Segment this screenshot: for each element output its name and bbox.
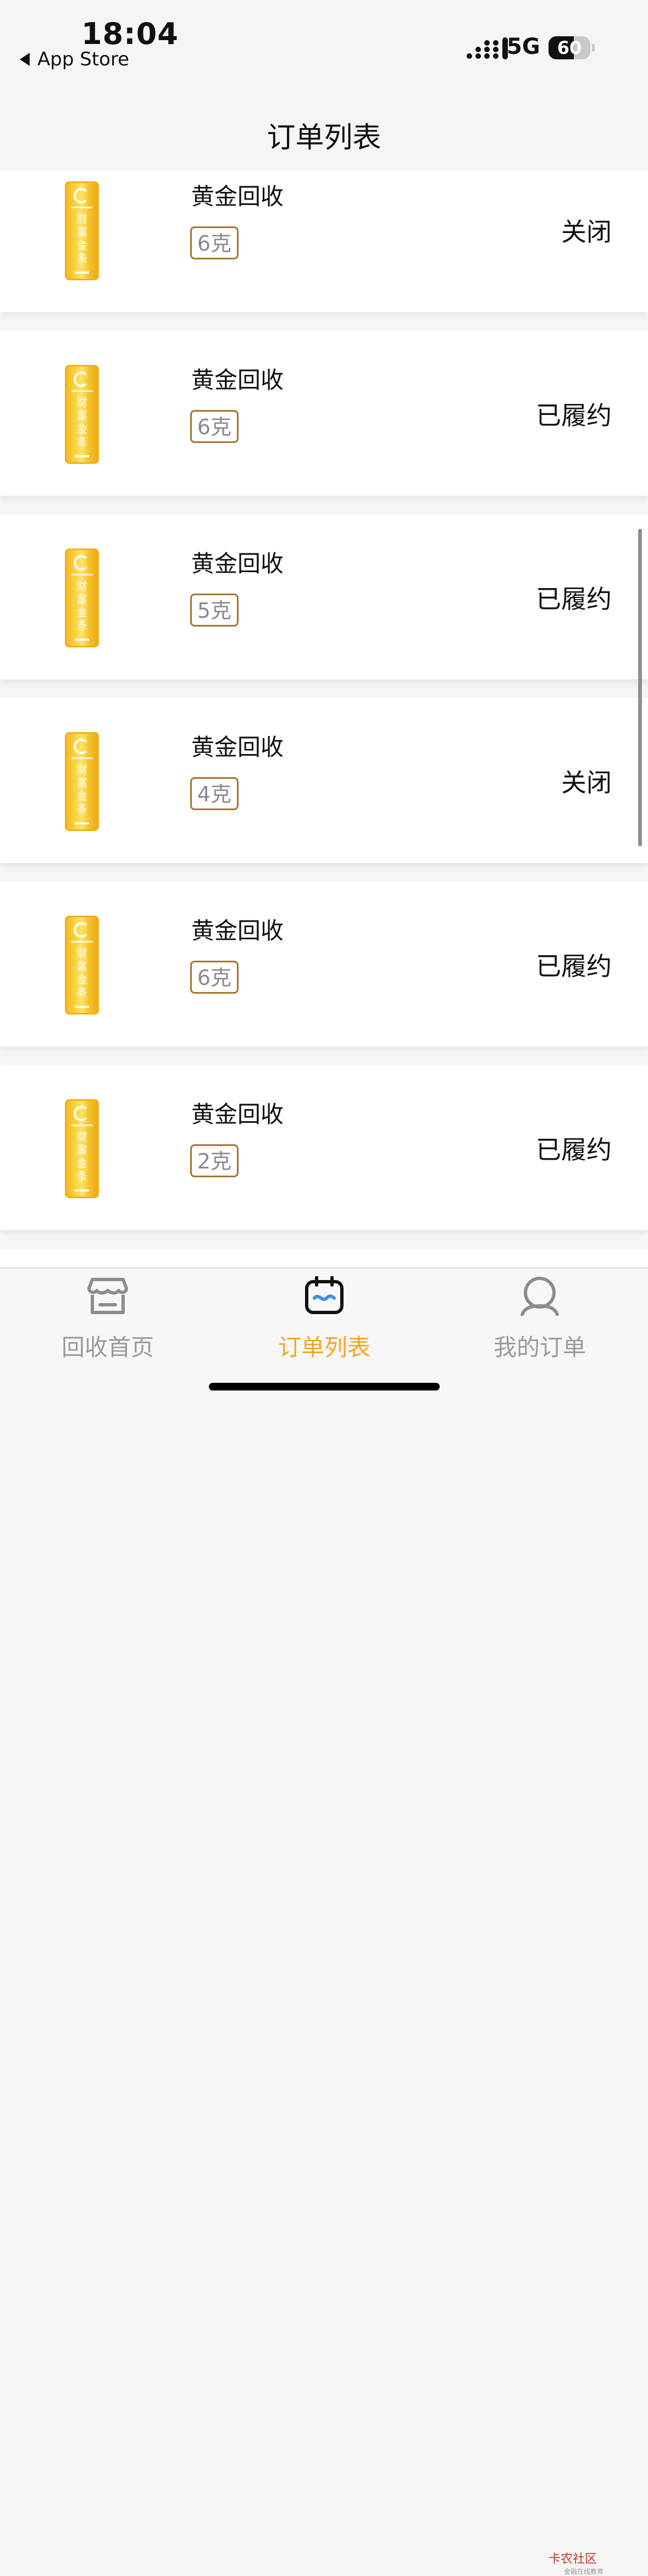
back-to-app-store[interactable]: App Store <box>20 48 129 70</box>
tab-recycle-home[interactable]: 回收首页 <box>25 1274 190 1361</box>
tab-label: 我的订单 <box>493 1334 586 1361</box>
gold-bar-text: 财富金条 <box>76 946 87 999</box>
gold-bar-logo-icon <box>74 188 89 203</box>
battery-icon: 60 <box>549 36 590 59</box>
watermark-name: 卡农社区 <box>549 2552 597 2566</box>
weight-badge: 6克 <box>190 226 239 259</box>
gold-bar-logo-icon <box>74 372 89 387</box>
weight-badge: 2克 <box>190 1144 239 1177</box>
gold-bar-text: 财富金条 <box>76 1130 87 1183</box>
weight-badge: 6克 <box>190 961 239 994</box>
gold-bar-image: 财富金条 <box>65 549 99 647</box>
nav-header: 订单列表 <box>0 93 648 170</box>
weight-badge: 4克 <box>190 777 239 810</box>
order-list[interactable]: 财富金条 黄金回收 6克 关闭 财富金条 黄金回收 6克 已履约 财富金条 黄金… <box>0 170 648 1267</box>
gold-bar-foot <box>75 1006 89 1008</box>
order-title: 黄金回收 <box>191 367 284 394</box>
back-label: App Store <box>37 48 130 70</box>
weight-badge: 6克 <box>190 410 239 443</box>
order-status: 已履约 <box>536 584 612 614</box>
gold-bar-text: 财富金条 <box>76 579 87 632</box>
watermark-logo: 卡农社区 金融在线教育 <box>549 2549 603 2576</box>
order-title: 黄金回收 <box>191 550 284 577</box>
gold-bar-foot <box>75 639 89 641</box>
gold-bar-text: 财富金条 <box>76 763 87 816</box>
home-indicator[interactable] <box>209 1383 440 1391</box>
cellular-signal-icon <box>467 37 508 59</box>
order-card[interactable]: 财富金条 黄金回收 4克 关闭 <box>0 698 648 863</box>
storefront-icon <box>87 1278 128 1314</box>
status-bar: 18:04 App Store 5G 60 <box>0 0 648 93</box>
order-card[interactable]: 财富金条 黄金回收 6克 已履约 <box>0 331 648 496</box>
gold-bar-logo-icon <box>74 739 89 754</box>
order-card[interactable]: 财富金条 黄金回收 2克 已履约 <box>0 1065 648 1230</box>
order-title: 黄金回收 <box>191 1101 284 1128</box>
tab-label: 订单列表 <box>278 1334 370 1361</box>
scrollbar[interactable] <box>638 529 642 846</box>
back-arrow-icon <box>20 53 30 66</box>
gold-bar-line <box>71 390 92 392</box>
weight-badge: 5克 <box>190 594 239 627</box>
network-type: 5G <box>507 34 540 59</box>
gold-bar-foot <box>75 822 89 824</box>
tab-my-orders[interactable]: 我的订单 <box>457 1274 622 1361</box>
gold-bar-logo-icon <box>74 922 89 938</box>
gold-bar-image: 财富金条 <box>65 365 99 464</box>
gold-bar-foot <box>75 272 89 274</box>
order-title: 黄金回收 <box>191 183 284 210</box>
gold-bar-logo-icon <box>74 555 89 570</box>
watermark-sub: 金融在线教育 <box>564 2568 604 2575</box>
order-status: 已履约 <box>536 1135 612 1165</box>
gold-bar-logo-icon <box>74 1106 89 1121</box>
status-time: 18:04 <box>81 16 179 51</box>
order-title: 黄金回收 <box>191 734 284 761</box>
gold-bar-line <box>71 941 92 943</box>
gold-bar-image: 财富金条 <box>65 916 99 1015</box>
page-title: 订单列表 <box>267 121 381 154</box>
user-icon <box>520 1277 559 1316</box>
order-card[interactable] <box>0 1249 648 1267</box>
gold-bar-text: 财富金条 <box>76 396 87 448</box>
gold-bar-foot <box>75 455 89 457</box>
battery-percent: 60 <box>557 37 582 58</box>
gold-bar-line <box>71 757 92 759</box>
order-status: 已履约 <box>536 401 612 430</box>
gold-bar-line <box>71 574 92 575</box>
order-card[interactable]: 财富金条 黄金回收 5克 已履约 <box>0 514 648 679</box>
gold-bar-foot <box>75 1189 89 1192</box>
gold-bar-text: 财富金条 <box>76 212 87 265</box>
order-title: 黄金回收 <box>191 917 284 944</box>
order-card[interactable]: 财富金条 黄金回收 6克 已履约 <box>0 882 648 1046</box>
tab-order-list[interactable]: 订单列表 <box>242 1274 407 1361</box>
order-list-icon <box>305 1276 344 1314</box>
gold-bar-image: 财富金条 <box>65 181 99 280</box>
order-card[interactable]: 财富金条 黄金回收 6克 关闭 <box>0 170 648 312</box>
order-status: 关闭 <box>561 217 612 247</box>
tab-label: 回收首页 <box>61 1334 154 1361</box>
battery-tip <box>592 44 595 52</box>
gold-bar-image: 财富金条 <box>65 732 99 831</box>
order-status: 关闭 <box>561 768 612 797</box>
order-status: 已履约 <box>536 951 612 981</box>
gold-bar-line <box>71 207 92 208</box>
gold-bar-line <box>71 1124 92 1126</box>
gold-bar-image: 财富金条 <box>65 1099 99 1198</box>
